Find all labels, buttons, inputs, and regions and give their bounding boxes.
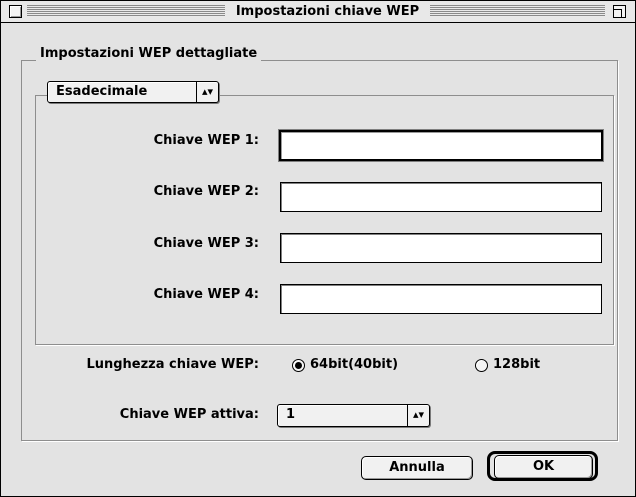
wep-key-1-label: Chiave WEP 1: <box>153 133 259 148</box>
encoding-popup[interactable]: Esadecimale ▴▾ <box>47 81 219 103</box>
wep-key-2-input[interactable] <box>281 183 601 211</box>
wep-settings-group-title: Impostazioni WEP dettagliate <box>36 45 262 62</box>
updown-arrows-icon: ▴▾ <box>196 82 218 102</box>
cancel-button[interactable]: Annulla <box>361 456 473 480</box>
title-bar[interactable]: Impostazioni chiave WEP <box>1 1 635 23</box>
ok-button[interactable]: OK <box>494 455 593 479</box>
wep-key-1-field[interactable] <box>279 130 603 161</box>
wep-key-2-field[interactable] <box>280 182 602 212</box>
radio-64bit-label[interactable]: 64bit(40bit) <box>310 356 398 373</box>
close-box-icon[interactable] <box>9 5 22 18</box>
window-title: Impostazioni chiave WEP <box>235 4 420 19</box>
active-key-popup[interactable]: 1 ▴▾ <box>277 404 430 427</box>
wep-key-4-input[interactable] <box>281 285 601 313</box>
title-stripes-right <box>430 5 605 17</box>
wep-key-3-field[interactable] <box>280 233 602 263</box>
wep-key-2-label: Chiave WEP 2: <box>153 184 259 199</box>
wep-key-4-field[interactable] <box>280 284 602 314</box>
active-key-popup-value: 1 <box>286 407 296 422</box>
key-length-label: Lunghezza chiave WEP: <box>86 357 259 372</box>
wep-key-3-label: Chiave WEP 3: <box>153 236 259 251</box>
encoding-popup-value: Esadecimale <box>56 84 148 99</box>
radio-64bit[interactable] <box>292 359 305 372</box>
wep-key-1-input[interactable] <box>281 132 601 159</box>
active-key-label: Chiave WEP attiva: <box>119 407 259 422</box>
radio-128bit-label[interactable]: 128bit <box>493 356 540 373</box>
title-stripes-left <box>27 5 225 17</box>
wep-key-3-input[interactable] <box>281 234 601 262</box>
wep-key-4-label: Chiave WEP 4: <box>153 287 259 302</box>
updown-arrows-icon: ▴▾ <box>407 405 429 426</box>
radio-128bit[interactable] <box>475 359 488 372</box>
zoom-box-icon[interactable] <box>613 5 626 18</box>
